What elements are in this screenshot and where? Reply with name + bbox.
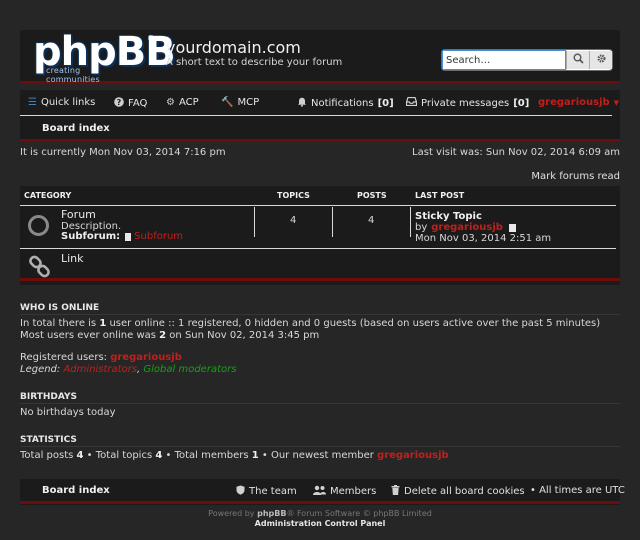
mcp-label: MCP <box>237 97 260 108</box>
link-title[interactable]: Link <box>61 252 84 265</box>
menu-icon: ☰ <box>28 97 37 108</box>
question-icon: ? <box>114 97 124 110</box>
legend-administrators-link[interactable]: Administrators <box>63 364 137 375</box>
header-topics: TOPICS <box>277 191 310 200</box>
acp-link[interactable]: ⚙ ACP <box>166 97 199 108</box>
column-separator <box>254 207 255 237</box>
site-description: A short text to describe your forum <box>166 57 343 68</box>
mark-forums-read-link[interactable]: Mark forums read <box>531 171 620 182</box>
private-messages-link[interactable]: Private messages [0] <box>405 96 530 109</box>
view-latest-post-icon[interactable] <box>508 223 516 232</box>
advanced-search-button[interactable] <box>589 51 612 69</box>
statistics-title: STATISTICS <box>20 435 77 445</box>
header-posts: POSTS <box>357 191 387 200</box>
breadcrumb-board-index[interactable]: Board index <box>42 123 110 134</box>
user-menu[interactable]: gregariousjb ▼ <box>538 97 619 108</box>
notifications-count: [0] <box>377 98 394 109</box>
logo-registered-mark: ® <box>147 34 155 43</box>
who-is-online-title: WHO IS ONLINE <box>20 303 100 313</box>
site-title: yourdomain.com <box>166 38 301 57</box>
members-link[interactable]: Members <box>313 485 376 498</box>
logo-tagline: creating communities <box>46 66 100 84</box>
footer-board-index-link[interactable]: Board index <box>42 485 110 496</box>
subforum-line: Subforum: Subforum <box>61 231 183 242</box>
legend: Legend: Administrators, Global moderator… <box>20 364 237 375</box>
subforum-link[interactable]: Subforum <box>134 231 183 242</box>
section-divider <box>20 314 620 315</box>
gavel-icon: 🔨 <box>221 97 234 108</box>
timezone-info: • All times are UTC <box>530 485 625 496</box>
mcp-link[interactable]: 🔨 MCP <box>221 97 259 108</box>
notifications-label: Notifications <box>311 98 374 109</box>
quick-links-label: Quick links <box>40 97 96 108</box>
notifications-link[interactable]: Notifications [0] <box>297 97 394 110</box>
most-users-online: Most users ever online was 2 on Sun Nov … <box>20 330 320 341</box>
username: gregariousjb <box>538 97 610 108</box>
footer-bottom-border <box>20 501 620 504</box>
last-post-user-link[interactable]: gregariousjb <box>431 222 503 233</box>
column-separator <box>332 207 333 237</box>
birthdays-text: No birthdays today <box>20 407 116 418</box>
subforum-label: Subforum: <box>61 231 121 242</box>
powered-by: Powered by phpBB® Forum Software © phpBB… <box>208 509 432 518</box>
subforum-file-icon <box>125 232 132 241</box>
registered-users: Registered users: gregariousjb <box>20 352 182 363</box>
navbar-bottom-border <box>20 139 620 142</box>
column-separator <box>410 207 411 237</box>
last-post-time: Mon Nov 03, 2014 2:51 am <box>415 233 552 244</box>
quick-links-menu[interactable]: ☰ Quick links <box>28 97 95 108</box>
faq-label: FAQ <box>128 98 148 109</box>
the-team-link[interactable]: The team <box>236 485 297 498</box>
acp-label: ACP <box>178 97 199 108</box>
gear-icon <box>596 53 607 67</box>
current-time: It is currently Mon Nov 03, 2014 7:16 pm <box>20 147 226 158</box>
header-divider <box>20 81 620 84</box>
last-post-author-line: by gregariousjb <box>415 222 516 233</box>
search-input[interactable] <box>442 50 566 70</box>
users-icon <box>313 485 326 498</box>
caret-down-icon: ▼ <box>613 98 620 107</box>
inbox-icon <box>405 96 418 109</box>
forum-read-icon <box>28 215 49 236</box>
link-row <box>20 249 616 279</box>
delete-cookies-link[interactable]: Delete all board cookies <box>391 485 525 498</box>
section-divider <box>20 403 620 404</box>
online-summary: In total there is 1 user online :: 1 reg… <box>20 318 601 329</box>
forum-title-link[interactable]: Forum <box>61 208 96 221</box>
registered-user-link[interactable]: gregariousjb <box>110 352 182 363</box>
cogs-icon: ⚙ <box>166 97 175 108</box>
acp-footer-link[interactable]: Administration Control Panel <box>0 519 640 528</box>
last-visit: Last visit was: Sun Nov 02, 2014 6:09 am <box>412 147 620 158</box>
navbar-divider <box>20 115 612 116</box>
forum-posts-count: 4 <box>368 215 375 226</box>
header-last-post: LAST POST <box>415 191 465 200</box>
statistics-text: Total posts 4 • Total topics 4 • Total m… <box>20 450 449 461</box>
search-icon <box>573 53 584 67</box>
header-category: CATEGORY <box>24 191 72 200</box>
private-messages-label: Private messages <box>421 97 510 109</box>
search-box <box>441 49 613 71</box>
last-post-title-link[interactable]: Sticky Topic <box>415 211 482 222</box>
shield-icon <box>236 485 245 498</box>
newest-member-link[interactable]: gregariousjb <box>377 450 449 461</box>
legend-moderators-link[interactable]: Global moderators <box>143 364 236 375</box>
last-post-by: by <box>415 222 428 233</box>
forum-list-bottom-border <box>20 278 620 281</box>
forum-topics-count: 4 <box>290 215 297 226</box>
bell-icon <box>297 97 307 110</box>
section-divider <box>20 446 620 447</box>
phpbb-link[interactable]: phpBB <box>257 509 286 518</box>
faq-link[interactable]: ? FAQ <box>114 97 147 110</box>
search-button[interactable] <box>566 51 589 69</box>
svg-text:?: ? <box>117 98 122 107</box>
private-messages-count: [0] <box>513 97 530 109</box>
trash-icon <box>391 485 400 498</box>
birthdays-title: BIRTHDAYS <box>20 392 77 402</box>
